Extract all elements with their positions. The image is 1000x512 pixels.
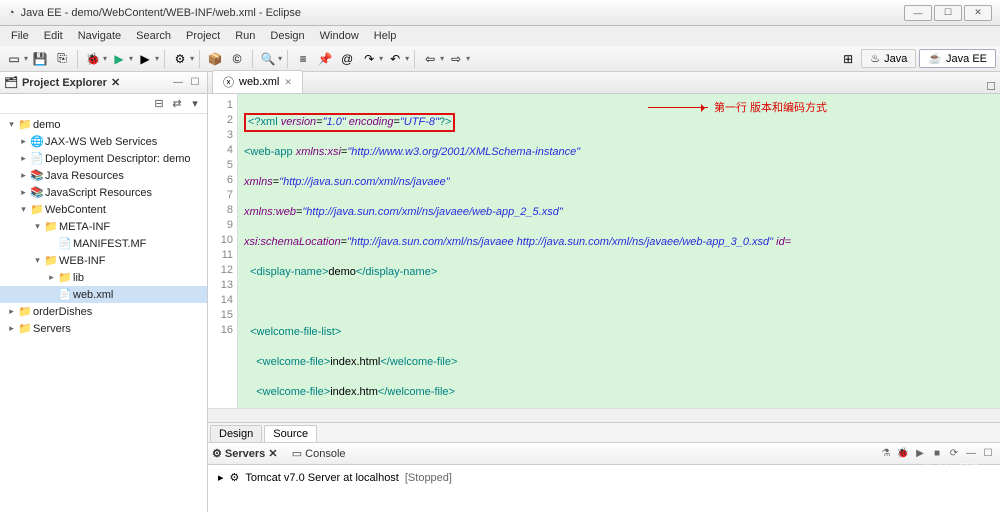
explorer-icon: 🗂 bbox=[4, 76, 18, 89]
debug-button[interactable]: 🐞 bbox=[83, 49, 103, 69]
editor-tabs: ⓧ web.xml ✕ ☐ bbox=[208, 72, 1000, 94]
source-tab[interactable]: Source bbox=[264, 425, 317, 442]
menu-design[interactable]: Design bbox=[263, 28, 311, 44]
menu-search[interactable]: Search bbox=[129, 28, 178, 44]
server-twisty-icon[interactable]: ▸ bbox=[218, 471, 224, 484]
maximize-view-icon[interactable]: ☐ bbox=[187, 75, 203, 91]
tree-webxml[interactable]: web.xml bbox=[73, 289, 113, 301]
server-state: [Stopped] bbox=[405, 472, 452, 484]
pin-button[interactable]: 📌 bbox=[315, 49, 335, 69]
forward-button[interactable]: ⇨ bbox=[446, 49, 466, 69]
perspective-javaee[interactable]: ☕ Java EE bbox=[919, 49, 996, 68]
toggle-breadcrumb-button[interactable]: ≡ bbox=[293, 49, 313, 69]
server-stop-icon[interactable]: ■ bbox=[929, 446, 945, 462]
code-editor[interactable]: <?xml version="1.0" encoding="UTF-8"?> <… bbox=[238, 94, 1000, 408]
server-item[interactable]: Tomcat v7.0 Server at localhost bbox=[245, 472, 398, 484]
main-toolbar: ▭▾ 💾 ⎘ 🐞▾ ▶▾ ▶▾ ⚙▾ 📦 © 🔍▾ ≡ 📌 @ ↷▾ ↶▾ ⇦▾… bbox=[0, 46, 1000, 72]
horizontal-scrollbar[interactable] bbox=[208, 408, 1000, 422]
tree-metainf[interactable]: META-INF bbox=[59, 221, 110, 233]
tree-manifest[interactable]: MANIFEST.MF bbox=[73, 238, 146, 250]
prev-annotation-button[interactable]: ↶ bbox=[385, 49, 405, 69]
annotation-button[interactable]: @ bbox=[337, 49, 357, 69]
server-profile-icon[interactable]: ⚗ bbox=[878, 446, 894, 462]
maximize-button[interactable]: ☐ bbox=[934, 5, 962, 21]
save-button[interactable]: 💾 bbox=[30, 49, 50, 69]
title-bar: ◔ Java EE - demo/WebContent/WEB-INF/web.… bbox=[0, 0, 1000, 26]
server-publish-icon[interactable]: ⟳ bbox=[946, 446, 962, 462]
project-explorer-view: 🗂Project Explorer ✕ ―☐ ⊟ ⇄ ▾ ▾📁demo ▸🌐JA… bbox=[0, 72, 208, 512]
close-button[interactable]: ✕ bbox=[964, 5, 992, 21]
menu-window[interactable]: Window bbox=[313, 28, 366, 44]
tree-dd[interactable]: Deployment Descriptor: demo bbox=[45, 153, 191, 165]
menu-edit[interactable]: Edit bbox=[37, 28, 70, 44]
project-tree[interactable]: ▾📁demo ▸🌐JAX-WS Web Services ▸📄Deploymen… bbox=[0, 114, 207, 512]
back-button[interactable]: ⇦ bbox=[420, 49, 440, 69]
new-package-button[interactable]: 📦 bbox=[205, 49, 225, 69]
new-button[interactable]: ▭ bbox=[4, 49, 24, 69]
menu-file[interactable]: File bbox=[4, 28, 36, 44]
search-button[interactable]: 🔍 bbox=[258, 49, 278, 69]
tree-webinf[interactable]: WEB-INF bbox=[59, 255, 105, 267]
link-editor-icon[interactable]: ⇄ bbox=[169, 96, 185, 112]
window-title: Java EE - demo/WebContent/WEB-INF/web.xm… bbox=[21, 7, 301, 19]
tree-webcontent[interactable]: WebContent bbox=[45, 204, 106, 216]
minimize-button[interactable]: ― bbox=[904, 5, 932, 21]
annotation-callout: 第一行 版本和编码方式 bbox=[648, 100, 827, 116]
server-debug-icon[interactable]: 🐞 bbox=[895, 446, 911, 462]
collapse-all-icon[interactable]: ⊟ bbox=[151, 96, 167, 112]
close-tab-icon[interactable]: ✕ bbox=[284, 77, 292, 88]
tree-orderdishes[interactable]: orderDishes bbox=[33, 306, 92, 318]
menu-bar: File Edit Navigate Search Project Run De… bbox=[0, 26, 1000, 46]
menu-project[interactable]: Project bbox=[179, 28, 227, 44]
line-gutter: 12345678910111213141516 bbox=[208, 94, 238, 408]
view-menu-icon[interactable]: ▾ bbox=[187, 96, 203, 112]
tree-lib[interactable]: lib bbox=[73, 272, 84, 284]
menu-run[interactable]: Run bbox=[228, 28, 262, 44]
tree-java-resources[interactable]: Java Resources bbox=[45, 170, 124, 182]
server-start-icon[interactable]: ▶ bbox=[912, 446, 928, 462]
tree-project[interactable]: demo bbox=[33, 119, 61, 131]
maximize-editor-icon[interactable]: ☐ bbox=[982, 80, 1000, 93]
tree-servers[interactable]: Servers bbox=[33, 323, 71, 335]
design-tab[interactable]: Design bbox=[210, 425, 262, 442]
run-last-button[interactable]: ▶ bbox=[135, 49, 155, 69]
new-server-button[interactable]: ⚙ bbox=[170, 49, 190, 69]
perspective-java[interactable]: ♨ Java bbox=[861, 49, 916, 68]
editor-tab-webxml[interactable]: ⓧ web.xml ✕ bbox=[212, 70, 303, 93]
xml-file-icon: ⓧ bbox=[223, 74, 234, 90]
open-perspective-button[interactable]: ⊞ bbox=[838, 49, 858, 69]
maximize-servers-icon[interactable]: ☐ bbox=[980, 446, 996, 462]
run-button[interactable]: ▶ bbox=[109, 49, 129, 69]
tree-jaxws[interactable]: JAX-WS Web Services bbox=[45, 136, 157, 148]
console-view-tab[interactable]: ▭ Console bbox=[292, 447, 346, 460]
project-explorer-title: Project Explorer bbox=[22, 77, 107, 89]
eclipse-icon: ◔ bbox=[8, 7, 15, 19]
next-annotation-button[interactable]: ↷ bbox=[359, 49, 379, 69]
save-all-button[interactable]: ⎘ bbox=[52, 49, 72, 69]
minimize-servers-icon[interactable]: ― bbox=[963, 446, 979, 462]
tree-js-resources[interactable]: JavaScript Resources bbox=[45, 187, 152, 199]
new-class-button[interactable]: © bbox=[227, 49, 247, 69]
menu-navigate[interactable]: Navigate bbox=[71, 28, 128, 44]
servers-view-tab[interactable]: ⚙ Servers ✕ bbox=[212, 447, 278, 460]
tomcat-icon: ⚙ bbox=[230, 471, 240, 484]
minimize-view-icon[interactable]: ― bbox=[170, 75, 186, 91]
editor-mode-tabs: Design Source bbox=[208, 422, 1000, 442]
menu-help[interactable]: Help bbox=[367, 28, 404, 44]
